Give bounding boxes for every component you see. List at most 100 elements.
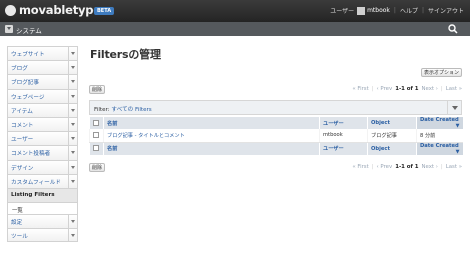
sidebar-item-label: 設定: [11, 219, 23, 226]
first-page-link[interactable]: « First: [352, 164, 368, 170]
sidebar-item-label: コメント投稿者: [11, 151, 51, 158]
delete-button-bottom[interactable]: 削除: [89, 163, 106, 172]
sidebar-item-label: ブログ: [11, 66, 28, 73]
column-header-user[interactable]: ユーザー: [319, 117, 368, 129]
sidebar-item-settings[interactable]: 設定: [7, 213, 78, 229]
sidebar-item-custom-fields[interactable]: カスタムフィールド: [7, 173, 78, 188]
chevron-down-icon[interactable]: [68, 103, 77, 117]
help-link[interactable]: ヘルプ: [400, 6, 418, 15]
prev-page-link[interactable]: ‹ Prev: [377, 86, 393, 92]
logo[interactable]: movabletype: [5, 3, 101, 17]
row-select-cell[interactable]: [89, 129, 104, 143]
sidebar-item-design[interactable]: デザイン: [7, 159, 78, 174]
sidebar-item-label: Listing Filters: [11, 191, 55, 198]
first-page-link[interactable]: « First: [352, 86, 368, 92]
table-footer-row: 名前 ユーザー Object Date Created ▼: [89, 142, 463, 155]
sort-desc-icon: ▼: [455, 123, 460, 129]
chevron-down-icon[interactable]: [68, 174, 77, 188]
column-footer-label: Date Created: [420, 142, 459, 149]
select-all-checkbox-bottom[interactable]: [93, 145, 99, 152]
sidebar-item-users[interactable]: ユーザー: [7, 131, 78, 146]
logo-mark-icon: [5, 4, 16, 16]
sidebar-item-assets[interactable]: アイテム: [7, 102, 78, 117]
sidebar-item-label: ツール: [11, 234, 28, 241]
username-link[interactable]: mtbook: [367, 7, 390, 14]
page-title: Filtersの管理: [90, 48, 161, 61]
user-nav: ユーザー mtbook | ヘルプ | サインアウト: [330, 6, 464, 15]
prev-page-link[interactable]: ‹ Prev: [377, 164, 393, 170]
chevron-down-icon[interactable]: [68, 47, 77, 61]
pagination-bottom: « First | ‹ Prev 1-1 of 1 Next › | Last …: [352, 164, 462, 170]
filter-object: ブログ記事: [367, 129, 417, 143]
select-all-cell[interactable]: [89, 117, 104, 129]
sidebar-item-label: アイテム: [11, 108, 33, 115]
sidebar-item-comments[interactable]: コメント: [7, 116, 78, 132]
scope-selector-icon[interactable]: [5, 25, 13, 33]
filter-date-created: 8 分前: [416, 129, 463, 143]
column-footer-name[interactable]: 名前: [103, 142, 320, 155]
sidebar-item-tools[interactable]: ツール: [7, 228, 78, 243]
last-page-link[interactable]: Last »: [446, 164, 462, 170]
next-page-link[interactable]: Next ›: [421, 164, 437, 170]
chevron-down-icon[interactable]: [68, 117, 77, 132]
divider: |: [440, 164, 443, 170]
sidebar-item-label: ブログ記事: [11, 80, 39, 87]
chevron-down-icon[interactable]: [68, 61, 77, 75]
divider: |: [393, 7, 396, 14]
sidebar-item-blog[interactable]: ブログ: [7, 60, 78, 75]
sidebar-item-label: ウェブページ: [11, 94, 45, 101]
sidebar-menu: ウェブサイト ブログ ブログ記事 ウェブページ アイテム コメント ユーザー コ…: [7, 46, 78, 243]
search-icon[interactable]: [448, 24, 458, 34]
sidebar-item-label: ウェブサイト: [11, 52, 45, 58]
chevron-down-icon[interactable]: [68, 146, 77, 160]
sidebar-item-pages[interactable]: ウェブページ: [7, 88, 78, 103]
display-options-button[interactable]: 表示オプション: [421, 68, 463, 77]
next-page-link[interactable]: Next ›: [421, 86, 437, 92]
divider: |: [421, 7, 424, 14]
sidebar-item-commenters[interactable]: コメント投稿者: [7, 145, 78, 160]
sort-desc-icon: ▼: [455, 148, 460, 155]
divider: |: [371, 164, 374, 170]
column-header-date-created[interactable]: Date Created ▼: [416, 117, 463, 129]
top-header: movabletype BETA ユーザー mtbook | ヘルプ | サイン…: [0, 0, 470, 22]
chevron-down-icon[interactable]: [68, 75, 77, 89]
logo-text: movabletype: [19, 3, 101, 17]
chevron-down-icon[interactable]: [68, 229, 77, 242]
chevron-down-icon[interactable]: [68, 89, 77, 103]
beta-badge: BETA: [94, 7, 115, 15]
column-footer-object[interactable]: Object: [367, 142, 417, 155]
column-footer-date-created[interactable]: Date Created ▼: [416, 142, 463, 155]
filter-dropdown-icon[interactable]: [447, 101, 461, 114]
sidebar-item-label: デザイン: [11, 165, 34, 172]
sidebar-item-website[interactable]: ウェブサイト: [7, 46, 78, 61]
filter-user: mtbook: [319, 129, 368, 143]
delete-button-top[interactable]: 削除: [89, 85, 106, 94]
column-header-label: Date Created: [420, 117, 459, 123]
filter-bar[interactable]: Filter: すべての Filters: [89, 100, 462, 115]
last-page-link[interactable]: Last »: [446, 86, 462, 92]
pagination-top: « First | ‹ Prev 1-1 of 1 Next › | Last …: [352, 86, 462, 92]
chevron-down-icon[interactable]: [68, 214, 77, 229]
page-range: 1-1 of 1: [395, 164, 419, 170]
sidebar-item-label: ユーザー: [11, 137, 34, 144]
sidebar-item-label: カスタムフィールド: [11, 179, 61, 186]
filter-label: Filter:: [94, 107, 110, 113]
scope-label[interactable]: システム: [16, 25, 42, 35]
sidebar-subitem-list[interactable]: 一覧: [7, 201, 78, 214]
sidebar-item-listing-filters[interactable]: Listing Filters: [7, 187, 78, 202]
row-checkbox[interactable]: [93, 132, 99, 138]
chevron-down-icon[interactable]: [68, 132, 77, 146]
scope-bar: システム: [0, 22, 470, 36]
filter-name-link[interactable]: ブログ記事 - タイトルとコメント: [103, 129, 320, 143]
sidebar-item-label: コメント: [11, 122, 34, 129]
select-all-checkbox[interactable]: [93, 119, 99, 126]
chevron-down-icon[interactable]: [68, 160, 77, 174]
column-header-object[interactable]: Object: [367, 117, 417, 129]
select-all-cell-bottom[interactable]: [89, 142, 104, 155]
sidebar-item-entries[interactable]: ブログ記事: [7, 74, 78, 89]
column-header-name[interactable]: 名前: [103, 117, 320, 129]
sign-out-link[interactable]: サインアウト: [428, 6, 464, 15]
column-footer-user[interactable]: ユーザー: [319, 142, 368, 155]
filter-value[interactable]: すべての Filters: [111, 107, 151, 113]
user-label: ユーザー: [330, 8, 355, 15]
